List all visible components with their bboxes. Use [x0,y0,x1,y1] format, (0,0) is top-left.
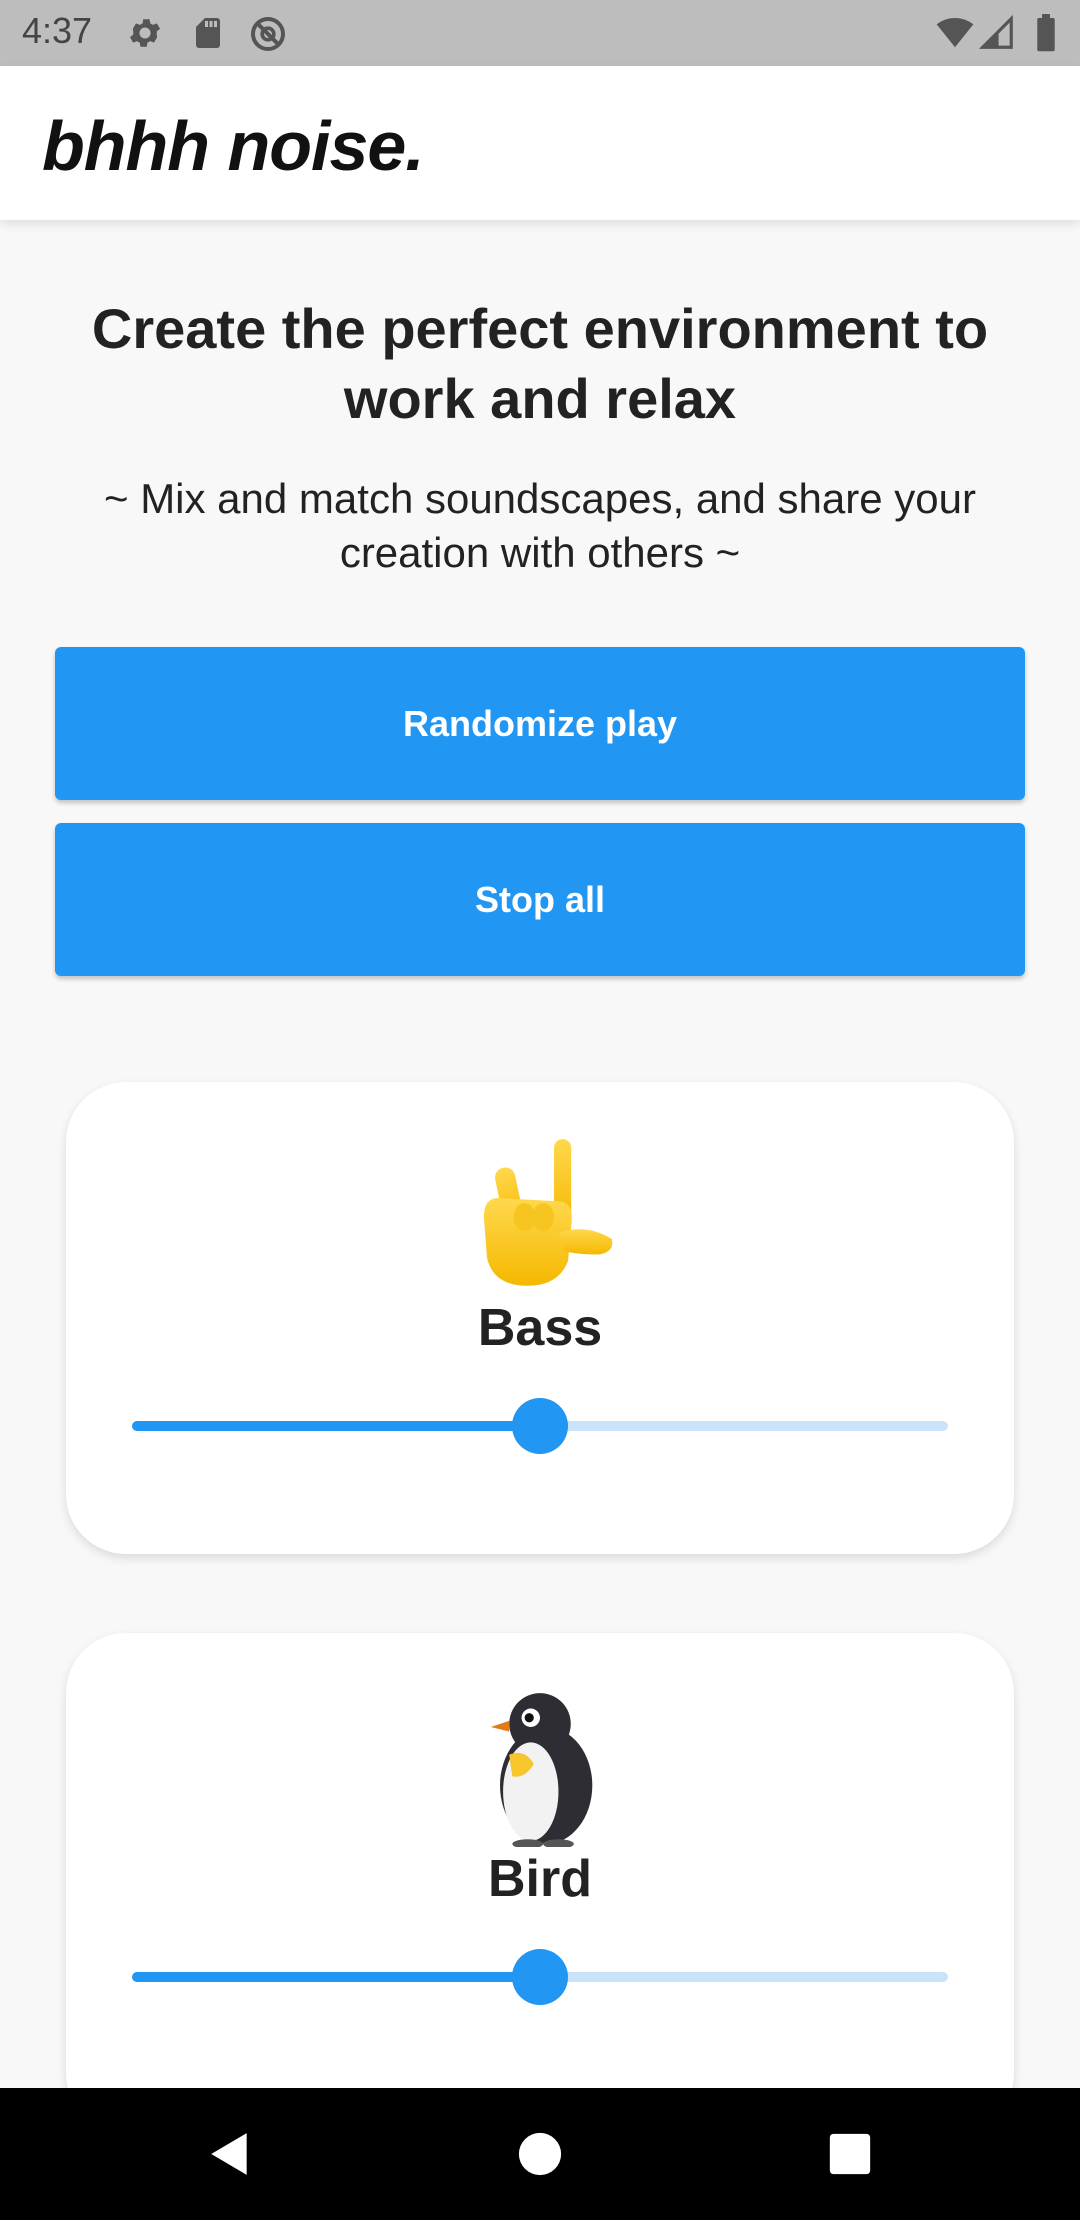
volume-slider-bass[interactable] [132,1398,948,1454]
randomize-play-button[interactable]: Randomize play [55,647,1025,800]
page-subhead: ~ Mix and match soundscapes, and share y… [104,475,976,576]
no-sync-icon [248,14,288,59]
sound-card-bass: Bass [66,1082,1014,1554]
sound-card-bird: Bird [66,1633,1014,2088]
penguin-icon [66,1687,1014,1847]
app-bar: bhhh noise. [0,66,1080,220]
page-headline: Create the perfect environment to work a… [91,297,989,430]
rock-hand-icon [66,1136,1014,1292]
volume-slider-bird[interactable] [132,1949,948,2005]
app-title: bhhh noise. [42,107,425,185]
home-icon[interactable] [504,2118,576,2190]
sd-card-icon [190,14,226,57]
back-icon[interactable] [194,2118,266,2190]
slider-fill [132,1421,540,1431]
signal-icon [978,14,1016,57]
status-time: 4:37 [22,10,93,51]
sound-name-bass: Bass [477,1299,603,1357]
sound-name-bird: Bird [488,1850,592,1908]
slider-thumb[interactable] [512,1398,568,1454]
recents-icon[interactable] [814,2118,886,2190]
gear-icon [126,14,164,57]
battery-icon [1034,14,1058,57]
slider-fill [132,1972,540,1982]
stop-all-button[interactable]: Stop all [55,823,1025,976]
status-bar: 4:37 [0,0,1080,66]
wifi-icon [934,14,976,57]
navigation-bar [0,2088,1080,2220]
main-content[interactable]: Create the perfect environment to work a… [0,220,1080,2088]
slider-thumb[interactable] [512,1949,568,2005]
